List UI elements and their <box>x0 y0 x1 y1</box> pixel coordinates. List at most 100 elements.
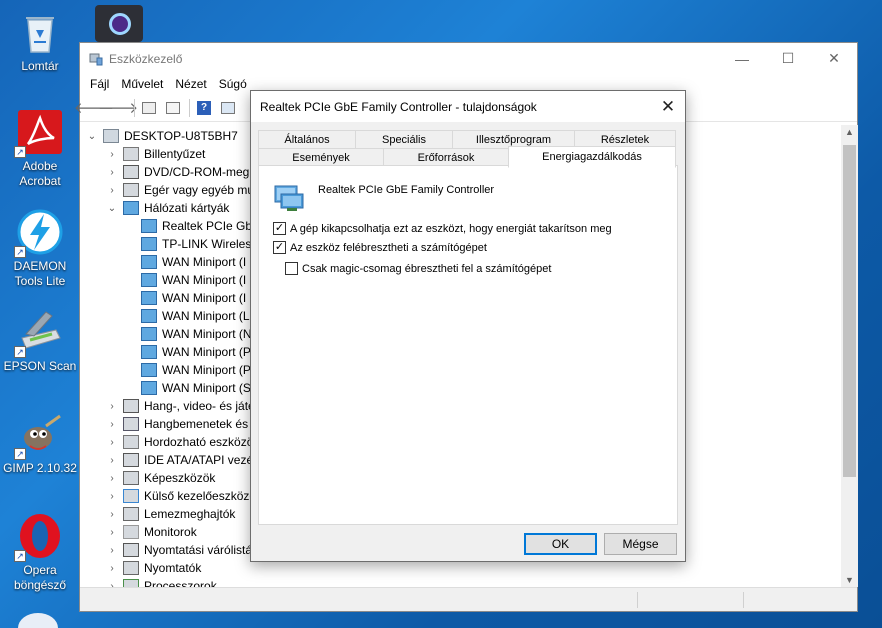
tree-device-item[interactable]: WAN Miniport (S <box>124 379 251 397</box>
tree-category[interactable]: ⌄ Hálózati kártyák <box>106 199 229 217</box>
minimize-button[interactable]: — <box>719 44 765 74</box>
tab-general[interactable]: Általános <box>258 130 356 149</box>
help-button[interactable]: ? <box>193 98 215 118</box>
tree-category[interactable]: › Hangbemenetek és <box>106 415 248 433</box>
help-icon: ? <box>197 100 211 115</box>
tree-category[interactable]: › Billentyűzet <box>106 145 205 163</box>
tree-category[interactable]: › Hordozható eszközö <box>106 433 253 451</box>
tree-device-item[interactable]: TP-LINK Wireless <box>124 235 257 253</box>
scrollbar-thumb[interactable] <box>843 145 856 477</box>
tree-category[interactable]: › IDE ATA/ATAPI vezérl <box>106 451 260 469</box>
tree-device-item[interactable]: WAN Miniport (P <box>124 343 251 361</box>
checkmark-icon: ✓ <box>274 222 285 234</box>
tree-category[interactable]: › Külső kezelőeszközö <box>106 487 256 505</box>
allow-power-off-label: A gép kikapcsolhatja ezt az eszközt, hog… <box>290 222 612 235</box>
close-icon: ✕ <box>828 50 840 66</box>
tree-device-item[interactable]: WAN Miniport (I <box>124 271 246 289</box>
checkbox-allow-power-off[interactable]: ✓ <box>273 222 286 235</box>
desktop-icon-gimp[interactable]: ↗ GIMP 2.10.32 <box>3 410 77 476</box>
tree-device-item[interactable]: WAN Miniport (I <box>124 253 246 271</box>
menu-action[interactable]: Művelet <box>115 77 169 91</box>
expand-chevron-icon[interactable]: › <box>106 491 118 502</box>
tree-root-label: DESKTOP-U8T5BH7 <box>124 129 238 143</box>
close-button[interactable]: ✕ <box>811 44 857 74</box>
collapse-chevron-icon[interactable]: ⌄ <box>86 131 98 142</box>
checkbox-allow-wake[interactable]: ✓ <box>273 241 286 254</box>
network-adapter-icon <box>141 273 157 287</box>
dialog-titlebar[interactable]: Realtek PCIe GbE Family Controller - tul… <box>251 91 685 122</box>
device-category-icon <box>123 489 139 503</box>
tree-device-item[interactable]: WAN Miniport (P <box>124 361 251 379</box>
tree-device-item[interactable]: Realtek PCIe GbE <box>124 217 260 235</box>
tree-category[interactable]: › Monitorok <box>106 523 197 541</box>
expand-chevron-icon[interactable]: › <box>106 401 118 412</box>
allow-wake-option[interactable]: ✓ Az eszköz felébresztheti a számítógépe… <box>273 241 487 254</box>
show-hide-tree-button[interactable] <box>162 98 184 118</box>
tab-advanced[interactable]: Speciális <box>355 130 453 149</box>
magic-packet-label: Csak magic-csomag ébresztheti fel a szám… <box>302 262 552 275</box>
status-bar <box>80 587 857 611</box>
tree-item-label: WAN Miniport (L <box>162 309 250 323</box>
desktop-icon-epson-scan[interactable]: ↗ EPSON Scan <box>3 308 77 374</box>
expand-chevron-icon[interactable]: › <box>106 419 118 430</box>
expand-chevron-icon[interactable]: › <box>106 527 118 538</box>
magic-packet-option[interactable]: Csak magic-csomag ébresztheti fel a szám… <box>285 262 551 275</box>
network-adapter-icon <box>141 291 157 305</box>
expand-chevron-icon[interactable]: › <box>106 185 118 196</box>
expand-chevron-icon[interactable]: › <box>106 509 118 520</box>
tree-category[interactable]: › Egér vagy egyéb mu <box>106 181 254 199</box>
tree-category[interactable]: › Lemezmeghajtók <box>106 505 235 523</box>
forward-button[interactable]: 🡒 <box>98 98 138 118</box>
desktop-app-icon-partial[interactable] <box>95 5 143 42</box>
tree-root[interactable]: ⌄ DESKTOP-U8T5BH7 <box>86 127 238 145</box>
tab-power-management[interactable]: Energiagazdálkodás <box>508 146 676 168</box>
tree-category[interactable]: › Hang-, video- és játé <box>106 397 255 415</box>
device-category-icon <box>123 543 139 557</box>
desktop-icon-partial-bottom[interactable] <box>18 613 58 628</box>
tree-category[interactable]: › Nyomtatók <box>106 559 201 577</box>
desktop-icon-recycle-bin[interactable]: Lomtár <box>3 8 77 74</box>
allow-wake-label: Az eszköz felébresztheti a számítógépet <box>290 241 487 254</box>
expand-chevron-icon[interactable]: › <box>106 149 118 160</box>
tree-device-item[interactable]: WAN Miniport (N <box>124 325 252 343</box>
expand-chevron-icon[interactable]: › <box>106 455 118 466</box>
vertical-scrollbar[interactable]: ▲ ▼ <box>841 125 858 587</box>
desktop-icon-acrobat[interactable]: ↗ Adobe Acrobat <box>3 108 77 189</box>
scroll-up-icon[interactable]: ▲ <box>841 127 858 137</box>
menu-file[interactable]: Fájl <box>84 77 115 91</box>
device-category-icon <box>123 399 139 413</box>
desktop-icon-daemon-tools[interactable]: ↗ DAEMON Tools Lite <box>3 208 77 289</box>
device-manager-titlebar[interactable]: Eszközkezelő — ☐ ✕ <box>80 43 857 74</box>
tree-device-item[interactable]: WAN Miniport (I <box>124 289 246 307</box>
maximize-button[interactable]: ☐ <box>765 44 811 74</box>
expand-chevron-icon[interactable]: › <box>106 167 118 178</box>
scroll-down-icon[interactable]: ▼ <box>841 575 858 585</box>
expand-chevron-icon[interactable]: › <box>106 545 118 556</box>
tree-category[interactable]: › Képeszközök <box>106 469 215 487</box>
expand-chevron-icon[interactable]: › <box>106 473 118 484</box>
expand-chevron-icon[interactable]: › <box>106 563 118 574</box>
allow-power-off-option[interactable]: ✓ A gép kikapcsolhatja ezt az eszközt, h… <box>273 222 612 235</box>
device-category-icon <box>123 201 139 215</box>
cancel-button[interactable]: Mégse <box>604 533 677 555</box>
expand-chevron-icon[interactable]: › <box>106 437 118 448</box>
device-category-icon <box>123 147 139 161</box>
network-adapter-icon <box>141 219 157 233</box>
tree-item-label: WAN Miniport (P <box>162 363 251 377</box>
menu-view[interactable]: Nézet <box>169 77 212 91</box>
properties-view-button[interactable] <box>138 98 160 118</box>
desktop-icon-opera[interactable]: ↗ Opera böngésző <box>3 512 77 593</box>
tree-category[interactable]: › Processzorok <box>106 577 217 587</box>
ok-button[interactable]: OK <box>524 533 597 555</box>
dialog-close-button[interactable]: ✕ <box>651 97 685 117</box>
checkmark-icon: ✓ <box>274 241 285 253</box>
device-category-icon <box>123 453 139 467</box>
collapse-chevron-icon[interactable]: ⌄ <box>106 203 118 214</box>
scan-hardware-button[interactable] <box>217 98 239 118</box>
tree-device-item[interactable]: WAN Miniport (L <box>124 307 250 325</box>
tree-item-label: Processzorok <box>144 579 217 587</box>
tree-category[interactable]: › DVD/CD-ROM-megh <box>106 163 256 181</box>
tree-category[interactable]: › Nyomtatási várólistá <box>106 541 252 559</box>
menu-help[interactable]: Súgó <box>213 77 253 91</box>
checkbox-magic-packet[interactable] <box>285 262 298 275</box>
